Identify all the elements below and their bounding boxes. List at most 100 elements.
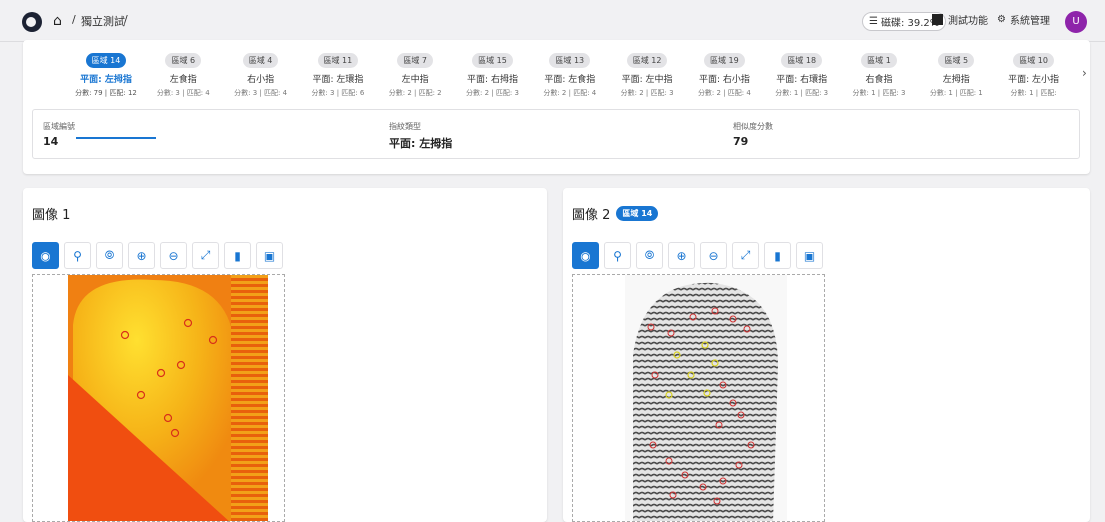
top-bar: ⌂ / 獨立測試 / ☰ 磁碟: 39.2% 測試功能 ⚙ 系統管理 U (0, 0, 1105, 42)
region-tab-name: 平面: 左中指 (621, 75, 673, 85)
region-tab[interactable]: 區域 19 平面: 右小指 分數: 2 | 匹配: 4 (685, 48, 763, 98)
delete-icon[interactable]: ▮ (224, 242, 251, 269)
region-tab[interactable]: 區域 6 左食指 分數: 3 | 匹配: 4 (144, 48, 222, 98)
home-icon[interactable]: ⌂ (53, 13, 62, 29)
region-tab[interactable]: 區域 15 平面: 右拇指 分數: 2 | 匹配: 3 (454, 48, 532, 98)
region-tab-name: 平面: 左小指 (1008, 75, 1060, 85)
region-tab-meta: 分數: 2 | 匹配: 3 (620, 89, 674, 97)
region-tab-name: 平面: 左拇指 (80, 75, 132, 85)
avatar[interactable]: U (1065, 11, 1087, 33)
disk-icon: ☰ (869, 16, 878, 27)
region-info-box: 區域編號 14 指紋類型 平面: 左拇指 相似度分數 79 (32, 109, 1080, 159)
eye-icon[interactable]: ◉ (32, 242, 59, 269)
image2-title: 圖像 2 區域 14 (572, 204, 659, 223)
region-tab-badge: 區域 7 (397, 53, 433, 68)
similarity-score-label: 相似度分數 (733, 122, 773, 131)
image2-toolbar: ◉ ⚲ ⦾ ⊕ ⊖ ⤢ ▮ ▣ (572, 242, 823, 269)
region-tab-name: 左中指 (401, 75, 429, 85)
region-tab-meta: 分數: 3 | 匹配: 4 (156, 89, 210, 97)
region-tab-badge: 區域 10 (1013, 53, 1054, 68)
breadcrumb-separator: / (72, 13, 76, 26)
zoom-in-icon[interactable]: ⊕ (668, 242, 695, 269)
region-tab-meta: 分數: 1 | 匹配: 3 (775, 89, 829, 97)
zoom-in-icon[interactable]: ⊕ (128, 242, 155, 269)
similarity-score-value: 79 (733, 135, 749, 148)
region-tab-name: 平面: 右環指 (776, 75, 828, 85)
region-tab-meta: 分數: 3 | 匹配: 6 (311, 89, 365, 97)
fullscreen-icon[interactable]: ⤢ (192, 242, 219, 269)
region-tab-name: 平面: 左環指 (312, 75, 364, 85)
region-tab-meta: 分數: 1 | 匹配: 1 (929, 89, 983, 97)
admin-label: 系統管理 (1009, 16, 1050, 27)
delete-icon[interactable]: ▮ (764, 242, 791, 269)
region-tab[interactable]: 區域 7 左中指 分數: 2 | 匹配: 2 (376, 48, 454, 98)
region-tab[interactable]: 區域 1 右食指 分數: 1 | 匹配: 3 (840, 48, 918, 98)
eye-off-icon[interactable]: ⦾ (636, 242, 663, 269)
image1-toolbar: ◉ ⚲ ⦾ ⊕ ⊖ ⤢ ▮ ▣ (32, 242, 283, 269)
region-tab-badge: 區域 5 (938, 53, 975, 68)
zoom-search-icon[interactable]: ⚲ (604, 242, 631, 269)
test-function-label: 測試功能 (948, 16, 988, 27)
zoom-search-icon[interactable]: ⚲ (64, 242, 91, 269)
eye-off-icon[interactable]: ⦾ (96, 242, 123, 269)
save-icon[interactable]: ▣ (256, 242, 283, 269)
region-tab[interactable]: 區域 11 平面: 左環指 分數: 3 | 匹配: 6 (299, 48, 377, 98)
region-tab[interactable]: 區域 14 平面: 左拇指 分數: 79 | 匹配: 12 (67, 48, 145, 98)
region-tab-badge: 區域 15 (472, 53, 513, 68)
region-tab-badge: 區域 13 (549, 53, 591, 68)
image1-panel: 圖像 1 ◉ ⚲ ⦾ ⊕ ⊖ ⤢ ▮ ▣ (23, 188, 547, 522)
region-tab-name: 平面: 右小指 (698, 75, 750, 85)
breadcrumb-current[interactable]: 獨立測試 (81, 13, 125, 29)
region-tab-meta: 分數: 1 | 匹配: (1010, 89, 1057, 97)
region-tab-meta: 分數: 2 | 匹配: 4 (543, 89, 597, 97)
image2-panel: 圖像 2 區域 14 ◉ ⚲ ⦾ ⊕ ⊖ ⤢ ▮ ▣ (563, 188, 1090, 522)
region-tab-name: 左拇指 (942, 75, 970, 85)
zoom-out-icon[interactable]: ⊖ (160, 242, 187, 269)
chart-icon (932, 14, 943, 25)
region-tab-name: 平面: 右拇指 (467, 75, 518, 85)
region-tab[interactable]: 區域 5 左拇指分數: 1 | 匹配: 1 (917, 48, 995, 98)
fingerprint-image-2 (625, 275, 787, 521)
region-tab-badge: 區域 14 (85, 53, 127, 68)
region-tab-meta: 分數: 2 | 匹配: 3 (466, 89, 519, 97)
region-tab[interactable]: 區域 13 平面: 左食指 分數: 2 | 匹配: 4 (531, 48, 609, 98)
zoom-out-icon[interactable]: ⊖ (700, 242, 727, 269)
region-tab-name: 右食指 (865, 75, 893, 85)
region-tab-badge: 區域 6 (165, 53, 202, 68)
region-tabs-card: 區域 14 平面: 左拇指 分數: 79 | 匹配: 12 區域 6 左食指 分數: 3 … (23, 40, 1090, 174)
disk-usage-label: 磁碟: 39.2% (880, 18, 940, 29)
region-tab[interactable]: 區域 4 右小指分數: 3 | 匹配: 4 (222, 48, 300, 98)
region-tab-meta: 分數: 3 | 匹配: 4 (234, 89, 288, 97)
region-tab-name: 右小指 (247, 75, 275, 85)
region-number-value: 14 (43, 135, 59, 148)
region-tab-badge: 區域 19 (704, 53, 745, 68)
region-chip: 區域 14 (616, 206, 659, 221)
region-tab[interactable]: 區域 10 平面: 左小指 分數: 1 | 匹配: (995, 48, 1073, 98)
image2-title-text: 圖像 2 (572, 208, 611, 223)
chevron-right-icon[interactable]: › (1082, 66, 1087, 80)
image1-title-text: 圖像 1 (32, 208, 71, 223)
fullscreen-icon[interactable]: ⤢ (732, 242, 759, 269)
save-icon[interactable]: ▣ (796, 242, 823, 269)
breadcrumb-separator: / (124, 13, 128, 26)
region-tab-badge: 區域 12 (626, 53, 668, 68)
fingerprint-image-1 (68, 275, 268, 521)
image1-viewer[interactable] (32, 274, 285, 522)
admin-button[interactable]: ⚙ 系統管理 (997, 12, 1050, 27)
region-tab[interactable]: 區域 12 平面: 左中指 分數: 2 | 匹配: 3 (608, 48, 686, 98)
region-number-label: 區域編號 (43, 122, 75, 131)
region-tab-name: 平面: 左食指 (544, 75, 596, 85)
region-tab-meta: 分數: 2 | 匹配: 4 (697, 89, 751, 97)
image2-viewer[interactable] (572, 274, 825, 522)
image1-title: 圖像 1 (32, 204, 70, 223)
region-tab-badge: 區域 4 (242, 53, 279, 68)
eye-icon[interactable]: ◉ (572, 242, 599, 269)
test-function-button[interactable]: 測試功能 (932, 12, 988, 27)
app-logo-icon[interactable] (22, 12, 42, 32)
admin-icon: ⚙ (997, 14, 1006, 25)
fingerprint-type-value: 平面: 左拇指 (389, 137, 453, 150)
region-tab[interactable]: 區域 18 平面: 右環指 分數: 1 | 匹配: 3 (763, 48, 841, 98)
region-tab-badge: 區域 11 (317, 53, 359, 68)
region-tab-badge: 區域 18 (781, 53, 823, 68)
region-tab-meta: 分數: 79 | 匹配: 12 (75, 89, 137, 97)
